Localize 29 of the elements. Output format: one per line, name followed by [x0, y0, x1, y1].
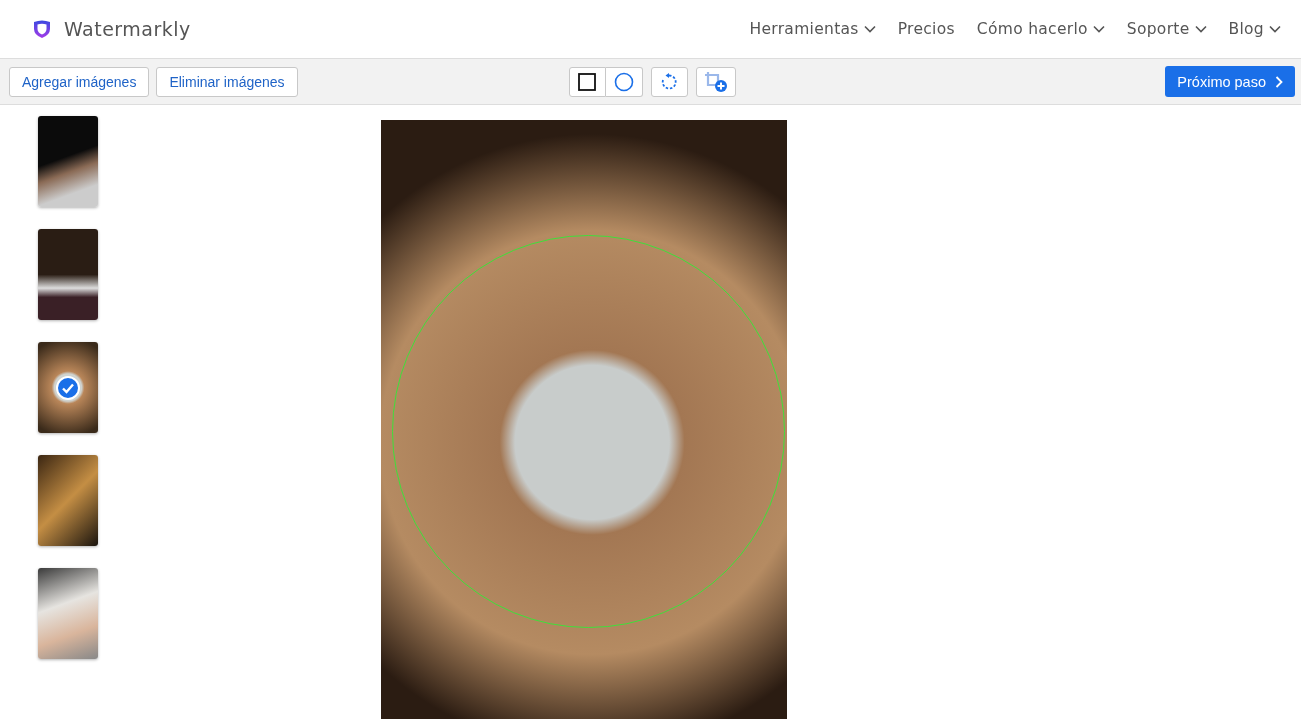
rotate-button[interactable]: [650, 66, 688, 97]
image-thumbnail[interactable]: [38, 229, 98, 320]
check-icon: [56, 375, 80, 400]
next-step-button[interactable]: Próximo paso: [1165, 66, 1295, 97]
add-crop-button[interactable]: [695, 66, 736, 97]
chevron-down-icon: [1092, 25, 1105, 33]
circle-shape-button[interactable]: [605, 66, 643, 97]
chevron-right-icon: [1275, 75, 1283, 88]
chevron-down-icon: [1194, 25, 1207, 33]
image-thumbnail[interactable]: [38, 116, 98, 207]
image-thumbnail[interactable]: [38, 342, 98, 433]
square-shape-button[interactable]: [568, 66, 606, 97]
nav-link[interactable]: Cómo hacerlo: [976, 20, 1105, 38]
rotate-icon: [660, 72, 678, 91]
image-thumbnail[interactable]: [38, 455, 98, 546]
nav-link[interactable]: Herramientas: [749, 20, 876, 38]
remove-images-button[interactable]: Eliminar imágenes: [156, 66, 298, 97]
chevron-down-icon: [863, 25, 876, 33]
crop-add-icon: [703, 70, 728, 93]
add-images-button[interactable]: Agregar imágenes: [9, 66, 150, 97]
square-icon: [578, 72, 596, 91]
nav-link[interactable]: Precios: [897, 20, 955, 38]
brand-name[interactable]: Watermarkly: [64, 18, 191, 40]
image-thumbnail[interactable]: [38, 568, 98, 659]
chevron-down-icon: [1269, 25, 1281, 33]
shield-logo-icon: [32, 19, 52, 39]
circle-icon: [613, 71, 634, 92]
nav-link[interactable]: Soporte: [1126, 20, 1207, 38]
nav-link[interactable]: Blog: [1228, 20, 1281, 38]
